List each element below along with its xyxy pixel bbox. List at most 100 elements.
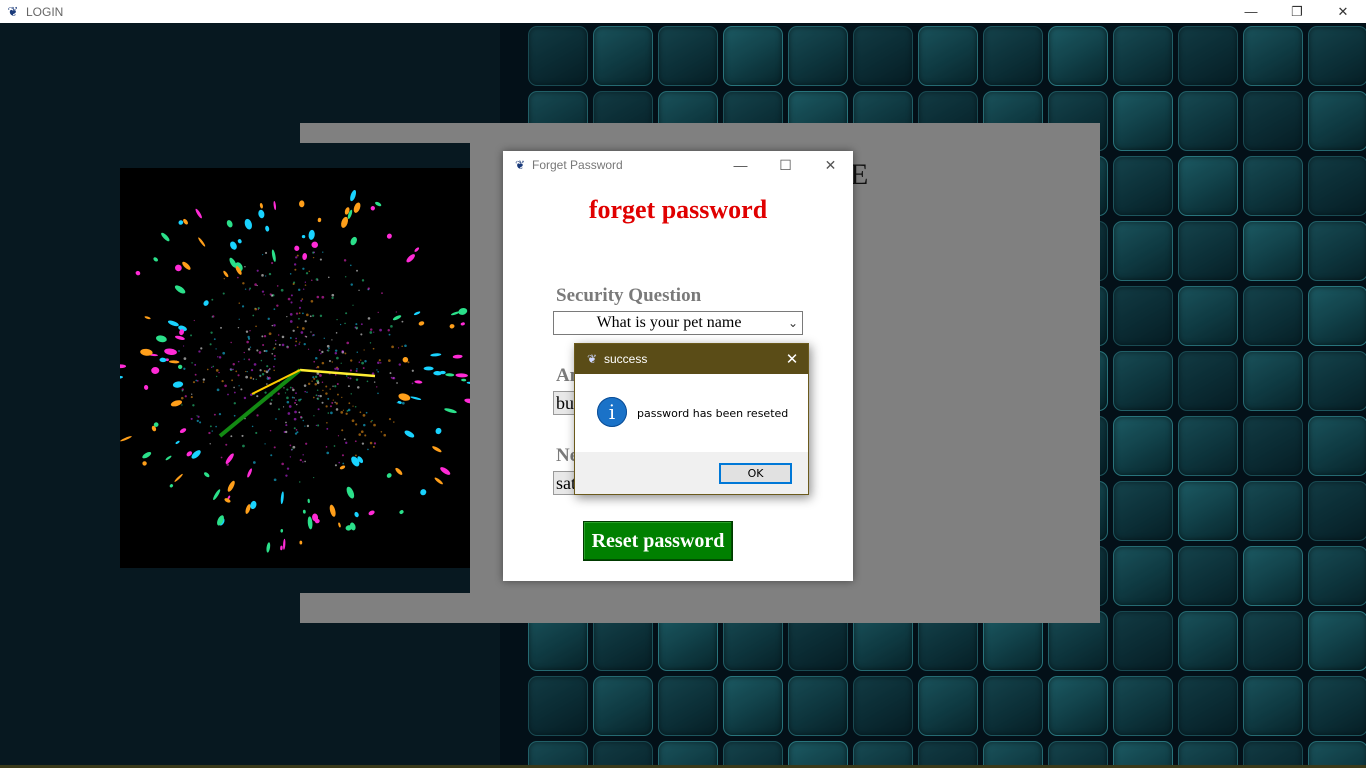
splash-dot [273,446,276,449]
splash-blob [142,461,147,466]
splash-dot [268,272,272,276]
splash-dot [314,382,318,386]
splash-blob [161,232,170,242]
splash-dot [223,278,225,280]
splash-dot [363,349,365,351]
splash-dot [283,387,285,389]
splash-dot [273,324,276,327]
splash-dot [271,324,274,327]
splash-dot [244,266,246,268]
splash-dot [345,412,348,415]
splash-blob [414,380,423,384]
splash-dot [401,345,403,348]
background-tile [1308,741,1366,768]
splash-dot [255,325,257,328]
splash-dot [331,293,335,297]
background-tile [1048,26,1108,86]
splash-dot [313,476,315,479]
splash-dot [218,356,222,359]
splash-dot [256,269,259,272]
splash-dot [342,409,345,411]
splash-dot [390,376,393,379]
splash-dot [304,281,307,283]
splash-blob [317,217,322,223]
splash-dot [287,297,291,301]
splash-dot [245,375,249,379]
splash-dot [360,430,364,434]
close-icon[interactable]: ✕ [1320,0,1366,23]
splash-dot [209,343,212,346]
splash-blob [198,237,206,247]
splash-dot [298,312,301,314]
splash-dot [232,368,234,371]
splash-blob [375,201,382,207]
splash-dot [285,421,287,424]
splash-dot [346,341,350,345]
minimize-icon[interactable]: — [718,151,763,179]
splash-dot [238,385,240,387]
splash-dot [299,481,301,483]
splash-dot [341,454,345,457]
splash-dot [354,440,357,443]
splash-dot [326,427,329,430]
splash-blob [308,229,315,240]
splash-blob [177,364,183,369]
splash-dot [280,288,284,292]
background-tile [918,741,978,768]
splash-dot [292,388,295,392]
splash-dot [256,395,259,398]
splash-dot [269,429,272,432]
splash-dot [281,462,284,466]
splash-dot [237,360,240,363]
splash-blob [386,473,392,478]
splash-dot [377,311,379,314]
splash-dot [181,389,184,392]
splash-dot [248,289,250,291]
background-tile [1243,91,1303,151]
close-icon[interactable]: ✕ [808,151,853,179]
splash-dot [304,320,307,323]
splash-dot [349,377,352,380]
splash-dot [240,388,243,391]
splash-blob [350,236,357,246]
splash-blob [223,270,229,278]
restore-icon[interactable]: ❐ [1274,0,1320,23]
close-icon[interactable]: ✕ [776,344,808,374]
splash-blob [226,220,233,228]
splash-dot [271,261,274,265]
splash-dot [273,308,276,311]
splash-dot [331,361,333,363]
splash-dot [233,402,236,405]
splash-dot [261,373,265,376]
maximize-icon[interactable]: ☐ [763,151,808,179]
splash-dot [327,349,330,352]
splash-blob [466,381,470,385]
reset-password-button[interactable]: Reset password [583,521,733,561]
splash-dot [274,343,277,345]
splash-blob [224,498,231,503]
splash-dot [303,384,307,387]
splash-blob [434,477,443,485]
minimize-icon[interactable]: — [1228,0,1274,23]
splash-dot [251,425,254,428]
background-tile [1243,221,1303,281]
splash-dot [318,349,321,352]
security-question-select[interactable]: What is your pet name ⌄ [553,311,803,335]
splash-dot [289,456,292,458]
background-tile [918,676,978,736]
splash-dot [321,295,325,299]
ok-button[interactable]: OK [719,463,792,484]
splash-dot [243,358,245,360]
splash-dot [249,287,252,290]
splash-dot [310,300,314,303]
splash-dot [289,320,293,323]
splash-dot [336,356,339,360]
splash-dot [308,270,310,273]
splash-blob [346,486,355,499]
splash-dot [327,276,330,279]
splash-dot [183,357,187,361]
splash-blob [460,322,465,326]
splash-blob [450,311,460,316]
splash-dot [373,423,376,427]
splash-dot [278,343,281,346]
